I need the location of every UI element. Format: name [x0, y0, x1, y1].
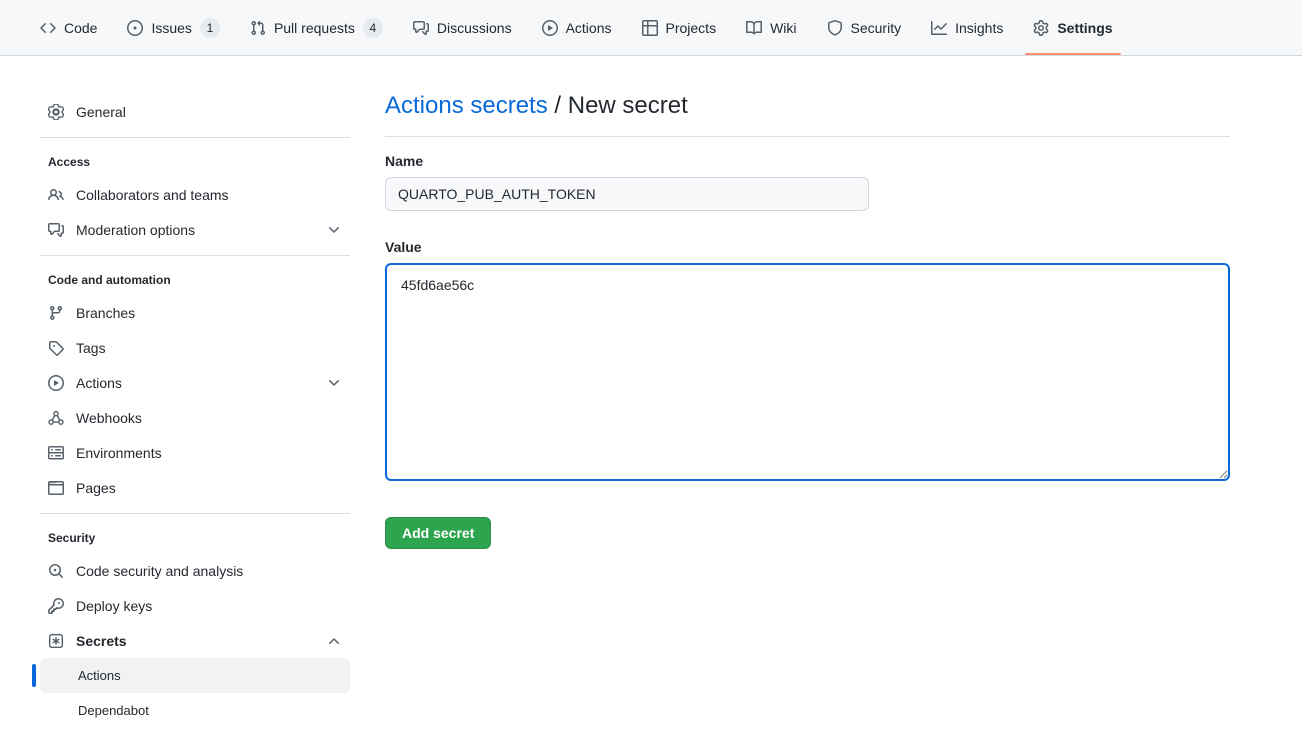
sidebar-subitem-secrets-actions[interactable]: Actions	[40, 658, 350, 693]
server-icon	[48, 445, 64, 461]
discussions-icon	[413, 20, 429, 36]
add-secret-button[interactable]: Add secret	[385, 517, 491, 549]
tab-label: Settings	[1057, 20, 1112, 36]
tab-label: Discussions	[437, 20, 512, 36]
sidebar-item-deploy-keys[interactable]: Deploy keys	[40, 588, 350, 623]
tab-actions[interactable]: Actions	[534, 0, 620, 55]
sidebar-item-collaborators[interactable]: Collaborators and teams	[40, 177, 350, 212]
sidebar-item-secrets[interactable]: Secrets	[40, 623, 350, 658]
tab-label: Wiki	[770, 20, 796, 36]
sidebar-item-general[interactable]: General	[40, 94, 350, 129]
tab-code[interactable]: Code	[32, 0, 105, 55]
sidebar-item-code-security[interactable]: Code security and analysis	[40, 553, 350, 588]
gear-icon	[1033, 20, 1049, 36]
tab-label: Security	[851, 20, 902, 36]
sidebar-item-label: Code security and analysis	[76, 563, 243, 579]
sidebar-subitem-secrets-dependabot[interactable]: Dependabot	[40, 693, 350, 728]
codescan-icon	[48, 563, 64, 579]
sidebar-item-label: Collaborators and teams	[76, 187, 229, 203]
actions-secrets-link[interactable]: Actions secrets	[385, 92, 548, 119]
tab-insights[interactable]: Insights	[923, 0, 1011, 55]
graph-icon	[931, 20, 947, 36]
sidebar-item-label: Dependabot	[78, 703, 149, 718]
sidebar-item-branches[interactable]: Branches	[40, 295, 350, 330]
sidebar-item-tags[interactable]: Tags	[40, 330, 350, 365]
play-icon	[542, 20, 558, 36]
sidebar-section-access: Access	[40, 146, 350, 177]
sidebar-item-pages[interactable]: Pages	[40, 470, 350, 505]
pull-request-icon	[250, 20, 266, 36]
shield-icon	[827, 20, 843, 36]
sidebar-item-label: Moderation options	[76, 222, 195, 238]
sidebar-item-webhooks[interactable]: Webhooks	[40, 400, 350, 435]
breadcrumb-separator: /	[554, 92, 561, 119]
sidebar-item-moderation-options[interactable]: Moderation options	[40, 212, 350, 247]
sidebar-item-label: Actions	[78, 668, 121, 683]
book-icon	[746, 20, 762, 36]
code-icon	[40, 20, 56, 36]
tag-icon	[48, 340, 64, 356]
chevron-up-icon	[326, 633, 342, 649]
tab-label: Code	[64, 20, 97, 36]
key-icon	[48, 598, 64, 614]
sidebar-divider	[40, 513, 350, 514]
new-secret-panel: Actions secrets / New secret Name Value …	[385, 56, 1230, 549]
sidebar-section-code-automation: Code and automation	[40, 264, 350, 295]
people-icon	[48, 187, 64, 203]
tab-label: Issues	[151, 20, 191, 36]
tab-settings[interactable]: Settings	[1025, 0, 1120, 55]
issue-opened-icon	[127, 20, 143, 36]
projects-icon	[642, 20, 658, 36]
value-label: Value	[385, 239, 1230, 255]
sidebar-item-label: Pages	[76, 480, 116, 496]
sidebar-section-security: Security	[40, 522, 350, 553]
sidebar-item-label: Environments	[76, 445, 162, 461]
tab-wiki[interactable]: Wiki	[738, 0, 804, 55]
play-icon	[48, 375, 64, 391]
page-title: Actions secrets / New secret	[385, 92, 1230, 137]
sidebar-item-label: Secrets	[76, 633, 127, 649]
repo-nav: Code Issues 1 Pull requests 4 Discussion…	[0, 0, 1302, 56]
issues-count-badge: 1	[200, 18, 220, 38]
tab-projects[interactable]: Projects	[634, 0, 725, 55]
secret-value-textarea[interactable]: 45fd6ae56c	[385, 263, 1230, 481]
sidebar-divider	[40, 137, 350, 138]
webhook-icon	[48, 410, 64, 426]
tab-label: Actions	[566, 20, 612, 36]
pull-requests-count-badge: 4	[363, 18, 383, 38]
gear-icon	[48, 104, 64, 120]
tab-label: Projects	[666, 20, 717, 36]
discussions-icon	[48, 222, 64, 238]
sidebar-item-label: Webhooks	[76, 410, 142, 426]
sidebar-item-environments[interactable]: Environments	[40, 435, 350, 470]
name-label: Name	[385, 153, 1230, 169]
tab-pull-requests[interactable]: Pull requests 4	[242, 0, 391, 55]
sidebar-item-label: General	[76, 104, 126, 120]
chevron-down-icon	[326, 222, 342, 238]
chevron-down-icon	[326, 375, 342, 391]
browser-icon	[48, 480, 64, 496]
sidebar-item-label: Tags	[76, 340, 106, 356]
tab-issues[interactable]: Issues 1	[119, 0, 227, 55]
tab-discussions[interactable]: Discussions	[405, 0, 520, 55]
git-branch-icon	[48, 305, 64, 321]
sidebar-divider	[40, 255, 350, 256]
sidebar-item-label: Actions	[76, 375, 122, 391]
sidebar-item-label: Branches	[76, 305, 135, 321]
sidebar-item-actions[interactable]: Actions	[40, 365, 350, 400]
sidebar-item-label: Deploy keys	[76, 598, 152, 614]
tab-security[interactable]: Security	[819, 0, 910, 55]
secret-name-input[interactable]	[385, 177, 869, 211]
key-asterisk-icon	[48, 633, 64, 649]
settings-sidebar: General Access Collaborators and teams M…	[40, 56, 350, 728]
breadcrumb-current: New secret	[568, 92, 688, 119]
tab-label: Insights	[955, 20, 1003, 36]
tab-label: Pull requests	[274, 20, 355, 36]
